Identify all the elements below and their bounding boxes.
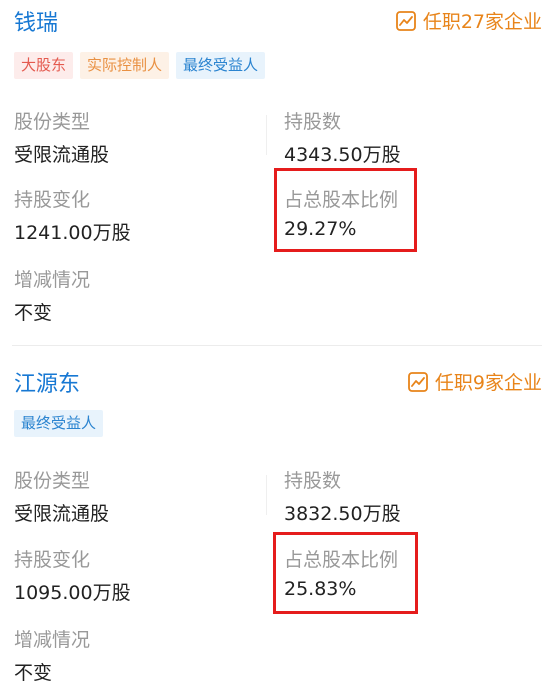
shareholder-name[interactable]: 江源东: [14, 366, 80, 398]
shares-value: 3832.50万股: [284, 503, 401, 525]
shares-value: 4343.50万股: [284, 144, 401, 166]
jobs-link[interactable]: 任职27家企业: [395, 7, 542, 34]
shares-label: 持股数: [284, 470, 342, 492]
trend-value: 不变: [14, 662, 53, 684]
tag-ultimate-beneficiary: 最终受益人: [14, 410, 104, 437]
tag-list: 大股东 实际控制人 最终受益人: [14, 52, 272, 79]
ratio-highlight-box: [274, 168, 417, 252]
shareholder-card-2: 江源东 任职9家企业 最终受益人 股份类型 受限流通股 持股数 3832.50万…: [0, 360, 550, 693]
tag-ultimate-beneficiary: 最终受益人: [176, 52, 266, 79]
jobs-label: 任职27家企业: [422, 11, 542, 33]
change-label: 持股变化: [14, 189, 91, 211]
trend-label: 增减情况: [14, 629, 91, 651]
jobs-label: 任职9家企业: [434, 372, 542, 394]
share-type-value: 受限流通股: [14, 144, 110, 166]
trend-chart-icon: [395, 10, 416, 31]
shares-label: 持股数: [284, 111, 342, 133]
jobs-link[interactable]: 任职9家企业: [407, 368, 542, 395]
ratio-highlight-box: [273, 532, 418, 614]
column-divider: [266, 475, 267, 515]
tag-list: 最终受益人: [14, 410, 110, 437]
change-label: 持股变化: [14, 549, 91, 571]
tag-actual-controller: 实际控制人: [80, 52, 170, 79]
trend-chart-icon: [408, 371, 428, 392]
change-value: 1095.00万股: [14, 582, 131, 604]
share-type-label: 股份类型: [14, 111, 91, 133]
shareholder-card-1: 钱瑞 任职27家企业 大股东 实际控制人 最终受益人 股份类型 受限流通股 持股…: [0, 0, 550, 344]
shareholder-name[interactable]: 钱瑞: [14, 5, 58, 37]
share-type-value: 受限流通股: [14, 503, 110, 525]
trend-label: 增减情况: [14, 269, 91, 291]
change-value: 1241.00万股: [14, 222, 131, 244]
trend-value: 不变: [14, 302, 53, 324]
card-divider: [12, 345, 542, 346]
column-divider: [266, 115, 267, 155]
share-type-label: 股份类型: [14, 470, 91, 492]
tag-major-shareholder: 大股东: [14, 52, 74, 79]
